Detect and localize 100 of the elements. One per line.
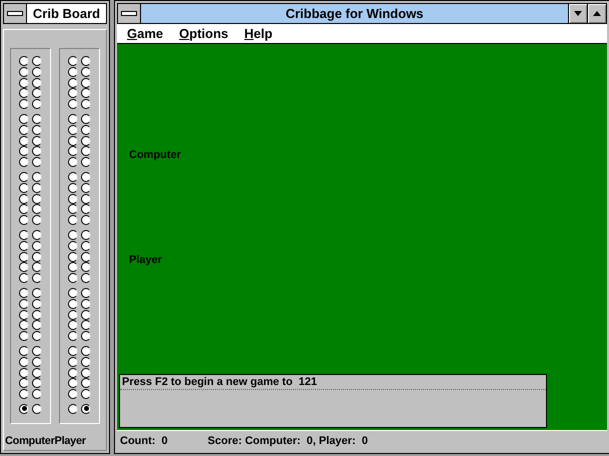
peg-hole [81, 320, 91, 330]
peg-hole [81, 356, 91, 367]
menu-item[interactable]: Help [244, 26, 272, 41]
menu-item[interactable]: Game [127, 26, 164, 41]
peg-hole [81, 136, 91, 146]
peg-hole [81, 88, 91, 98]
peg-hole [32, 66, 42, 77]
peg-hole [81, 182, 91, 193]
peg-hole [19, 66, 29, 77]
peg-hole [32, 136, 42, 146]
peg-hole [81, 273, 91, 284]
peg-hole [19, 368, 29, 378]
peg-hole [81, 368, 91, 378]
peg-hole [32, 240, 42, 251]
peg-hole [19, 204, 29, 214]
system-menu-icon[interactable] [4, 4, 27, 23]
up-arrow-icon [593, 11, 601, 16]
peg-hole [68, 273, 78, 284]
menu-item[interactable]: Options [179, 26, 228, 41]
peg-hole [68, 172, 78, 182]
peg-hole [19, 288, 29, 298]
peg-hole [68, 88, 78, 98]
peg-hole [32, 273, 42, 284]
peg-hole [19, 346, 29, 356]
peg-hole [32, 230, 42, 240]
peg-hole [81, 204, 91, 214]
peg-hole [68, 114, 78, 124]
peg-hole [81, 146, 91, 156]
peg-hole [32, 204, 42, 214]
peg-hole [19, 230, 29, 240]
peg-hole [32, 298, 42, 309]
down-arrow-icon [574, 11, 582, 16]
peg-hole [32, 378, 42, 388]
peg-hole [32, 262, 42, 272]
system-menu-icon[interactable] [118, 4, 141, 23]
peg-hole [19, 136, 29, 146]
window-title: Crib Board [32, 5, 102, 23]
peg-hole [81, 389, 91, 400]
peg-hole [32, 99, 42, 110]
peg-hole [81, 262, 91, 272]
peg-hole [32, 310, 42, 320]
peg-hole [68, 66, 78, 77]
peg-hole [19, 78, 29, 88]
peg-hole [32, 389, 42, 400]
player-label: Player [129, 254, 162, 266]
peg-hole [19, 378, 29, 388]
peg-hole [32, 157, 42, 168]
peg-hole [32, 78, 42, 88]
peg-hole [19, 99, 29, 110]
peg-hole [81, 215, 91, 226]
peg-hole [81, 346, 91, 356]
peg-hole [32, 288, 42, 298]
peg-hole [19, 320, 29, 330]
peg-hole [68, 252, 78, 262]
peg-hole [32, 252, 42, 262]
peg-hole [32, 346, 42, 356]
window-title: Cribbage for Windows [284, 5, 424, 23]
peg-hole [81, 124, 91, 135]
peg-hole [68, 368, 78, 378]
peg-hole [68, 78, 78, 88]
peg-hole [32, 114, 42, 124]
peg-hole [68, 378, 78, 388]
peg-hole [68, 182, 78, 193]
peg-hole [68, 136, 78, 146]
peg-hole [19, 172, 29, 182]
peg-hole [19, 310, 29, 320]
peg-hole [81, 66, 91, 77]
peg-hole [19, 114, 29, 124]
peg-hole [68, 194, 78, 204]
peg-hole [68, 157, 78, 168]
peg-hole [68, 288, 78, 298]
peg-hole [19, 146, 29, 156]
peg-hole [32, 124, 42, 135]
peg-hole [19, 273, 29, 284]
peg-hole [81, 331, 91, 342]
player-label: Computer [129, 149, 181, 161]
score-text: Score: Computer: 0, Player: 0 [208, 435, 368, 447]
peg-hole [19, 331, 29, 342]
track-label: Player [54, 435, 86, 447]
peg-hole [81, 78, 91, 88]
peg-hole [68, 389, 78, 400]
minimize-button[interactable] [568, 4, 587, 23]
peg-hole [81, 378, 91, 388]
peg-hole [68, 310, 78, 320]
peg-hole [81, 157, 91, 168]
peg-hole [32, 88, 42, 98]
peg-hole [68, 346, 78, 356]
peg-hole [19, 240, 29, 251]
peg-hole [32, 215, 42, 226]
peg-hole [32, 356, 42, 367]
peg-hole [81, 298, 91, 309]
peg-hole [68, 331, 78, 342]
peg-hole [19, 215, 29, 226]
maximize-button[interactable] [587, 4, 606, 23]
peg-hole [81, 230, 91, 240]
peg-hole [32, 146, 42, 156]
peg-hole [19, 356, 29, 367]
peg-hole [68, 320, 78, 330]
peg-hole [68, 240, 78, 251]
peg-hole [32, 320, 42, 330]
